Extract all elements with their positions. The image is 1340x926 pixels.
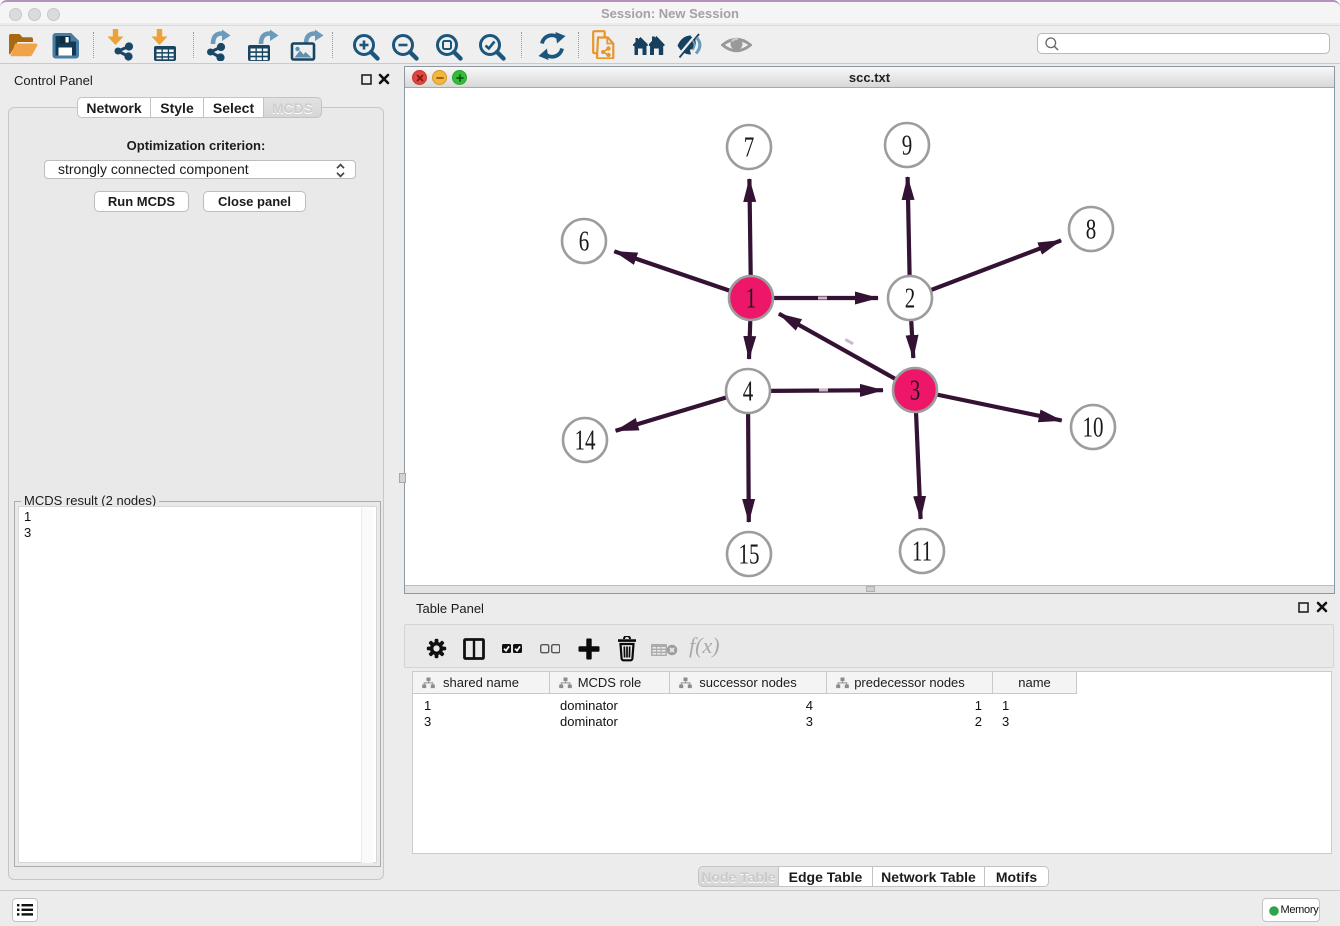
svg-text:1: 1 xyxy=(746,284,757,315)
svg-text:9: 9 xyxy=(902,131,913,162)
svg-text:7: 7 xyxy=(744,133,755,164)
svg-text:3: 3 xyxy=(910,376,921,407)
svg-text:10: 10 xyxy=(1083,413,1104,444)
svg-text:6: 6 xyxy=(579,227,590,258)
svg-text:14: 14 xyxy=(575,426,596,457)
svg-text:2: 2 xyxy=(905,284,916,315)
svg-text:11: 11 xyxy=(912,537,932,568)
svg-text:15: 15 xyxy=(739,540,760,571)
svg-text:8: 8 xyxy=(1086,215,1097,246)
svg-text:4: 4 xyxy=(743,377,754,408)
